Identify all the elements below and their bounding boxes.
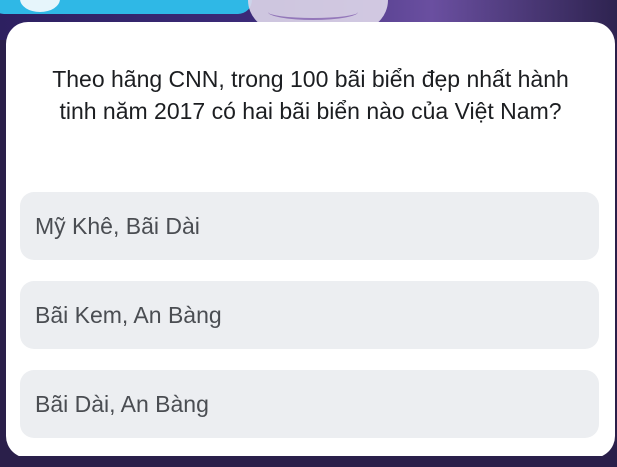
quiz-question: Theo hãng CNN, trong 100 bãi biển đẹp nh… xyxy=(52,66,569,124)
quiz-card: Theo hãng CNN, trong 100 bãi biển đẹp nh… xyxy=(6,22,615,458)
answer-option-3[interactable]: Bãi Dài, An Bàng xyxy=(20,370,599,438)
bottom-strip xyxy=(0,456,617,467)
answer-option-label: Bãi Dài, An Bàng xyxy=(35,390,209,417)
answer-option-label: Mỹ Khê, Bãi Dài xyxy=(35,212,200,239)
answer-option-label: Bãi Kem, An Bàng xyxy=(35,301,222,328)
answer-option-2[interactable]: Bãi Kem, An Bàng xyxy=(20,281,599,349)
answer-option-1[interactable]: Mỹ Khê, Bãi Dài xyxy=(20,192,599,260)
